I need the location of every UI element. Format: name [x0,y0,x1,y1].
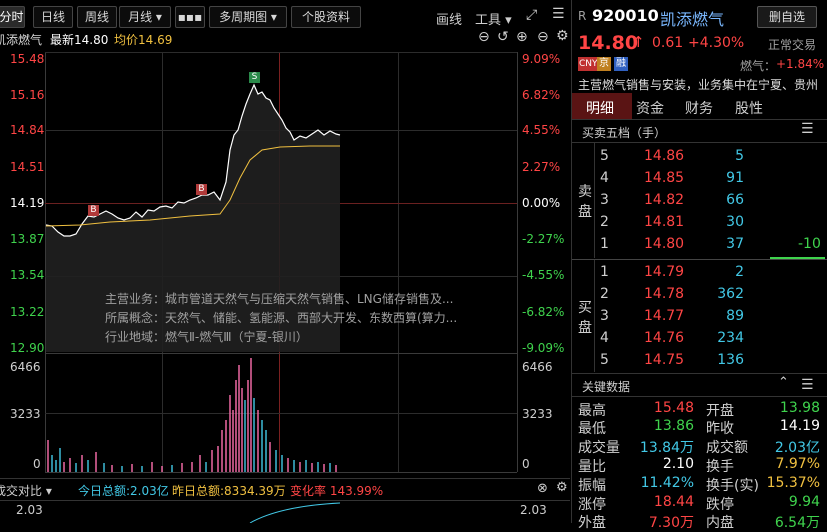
ask-row[interactable]: 5 14.86 5 [600,146,795,168]
key-data-label: 成交量 [578,440,620,456]
key-data-label: 最低 [578,421,606,437]
key-data-title: 关键数据 [582,380,631,394]
key-data-value: 18.44 [653,494,694,510]
stock-name: 凯添燃气 [660,10,725,29]
key-data-value: 11.42% [640,475,694,491]
key-data-value: 7.30万 [648,515,694,531]
sector-change: +1.84% [776,57,825,71]
buy-side-label: 买盘 [578,300,592,336]
key-data-value: 15.48 [653,400,694,416]
key-data-label: 内盘 [706,515,734,531]
key-data-value: 13.86 [653,418,694,434]
ask-row[interactable]: 1 14.80 37 -10 [600,234,821,256]
key-data-label: 量比 [578,459,606,475]
key-data-value: 13.84万 [639,440,694,456]
market-prefix: R [578,9,587,23]
key-data-label: 最高 [578,403,606,419]
ask-row[interactable]: 3 14.82 66 [600,190,795,212]
key-data-value: 14.19 [779,418,820,434]
key-data-label: 外盘 [578,515,606,531]
stock-code: 920010 [592,6,659,25]
tab-funds[interactable]: 资金 [636,98,664,118]
key-data-label: 开盘 [706,403,734,419]
bid-row[interactable]: 2 14.78 362 [600,284,795,306]
key-data-value: 2.10 [662,456,694,472]
margin-tag: 融 [614,57,628,71]
key-data-value: 2.03亿 [774,440,820,456]
collapse-icon[interactable]: ⌃ [778,375,789,390]
remove-watchlist-button[interactable]: 删自选 [757,6,817,28]
order-book-title: 买卖五档（手） [582,126,667,140]
ask-row[interactable]: 2 14.81 30 [600,212,795,234]
tab-characteristics[interactable]: 股性 [735,98,763,118]
sell-side-label: 卖盘 [578,184,592,220]
exchange-tag: 京 [597,57,611,71]
key-data-value: 13.98 [779,400,820,416]
sector-label: 燃气： [740,59,777,73]
bid-row[interactable]: 4 14.76 234 [600,328,795,350]
bid-row[interactable]: 3 14.77 89 [600,306,795,328]
up-arrow-icon: ↑ [632,33,645,51]
key-data-label: 成交额 [706,440,748,456]
key-data-label: 振幅 [578,478,606,494]
key-data-label: 昨收 [706,421,734,437]
ask-row[interactable]: 4 14.85 91 [600,168,795,190]
key-data-label: 跌停 [706,497,734,513]
key-data-value: 15.37% [766,475,820,491]
tab-financials[interactable]: 财务 [685,98,713,118]
trading-status: 正常交易 [768,38,817,52]
key-data-value: 6.54万 [774,515,820,531]
bid-row[interactable]: 5 14.75 136 [600,350,795,372]
tab-detail[interactable]: 明细 [586,98,614,118]
business-description: 主营燃气销售与安装，业务集中在宁夏、贵州 [578,78,819,92]
price-change-pct: +4.30% [688,35,745,51]
price-change: 0.61 [652,35,684,51]
currency-tag: CNY [578,57,599,71]
bid-row[interactable]: 1 14.79 2 [600,262,795,284]
key-data-menu-icon[interactable]: ☰ [801,377,814,393]
current-price: 14.80 [578,32,639,54]
key-data-label: 换手 [706,459,734,475]
key-data-label: 涨停 [578,497,606,513]
key-data-value: 7.97% [775,456,820,472]
key-data-value: 9.94 [788,494,820,510]
key-data-label: 换手(实) [706,478,759,494]
order-book-menu-icon[interactable]: ☰ [801,121,814,137]
